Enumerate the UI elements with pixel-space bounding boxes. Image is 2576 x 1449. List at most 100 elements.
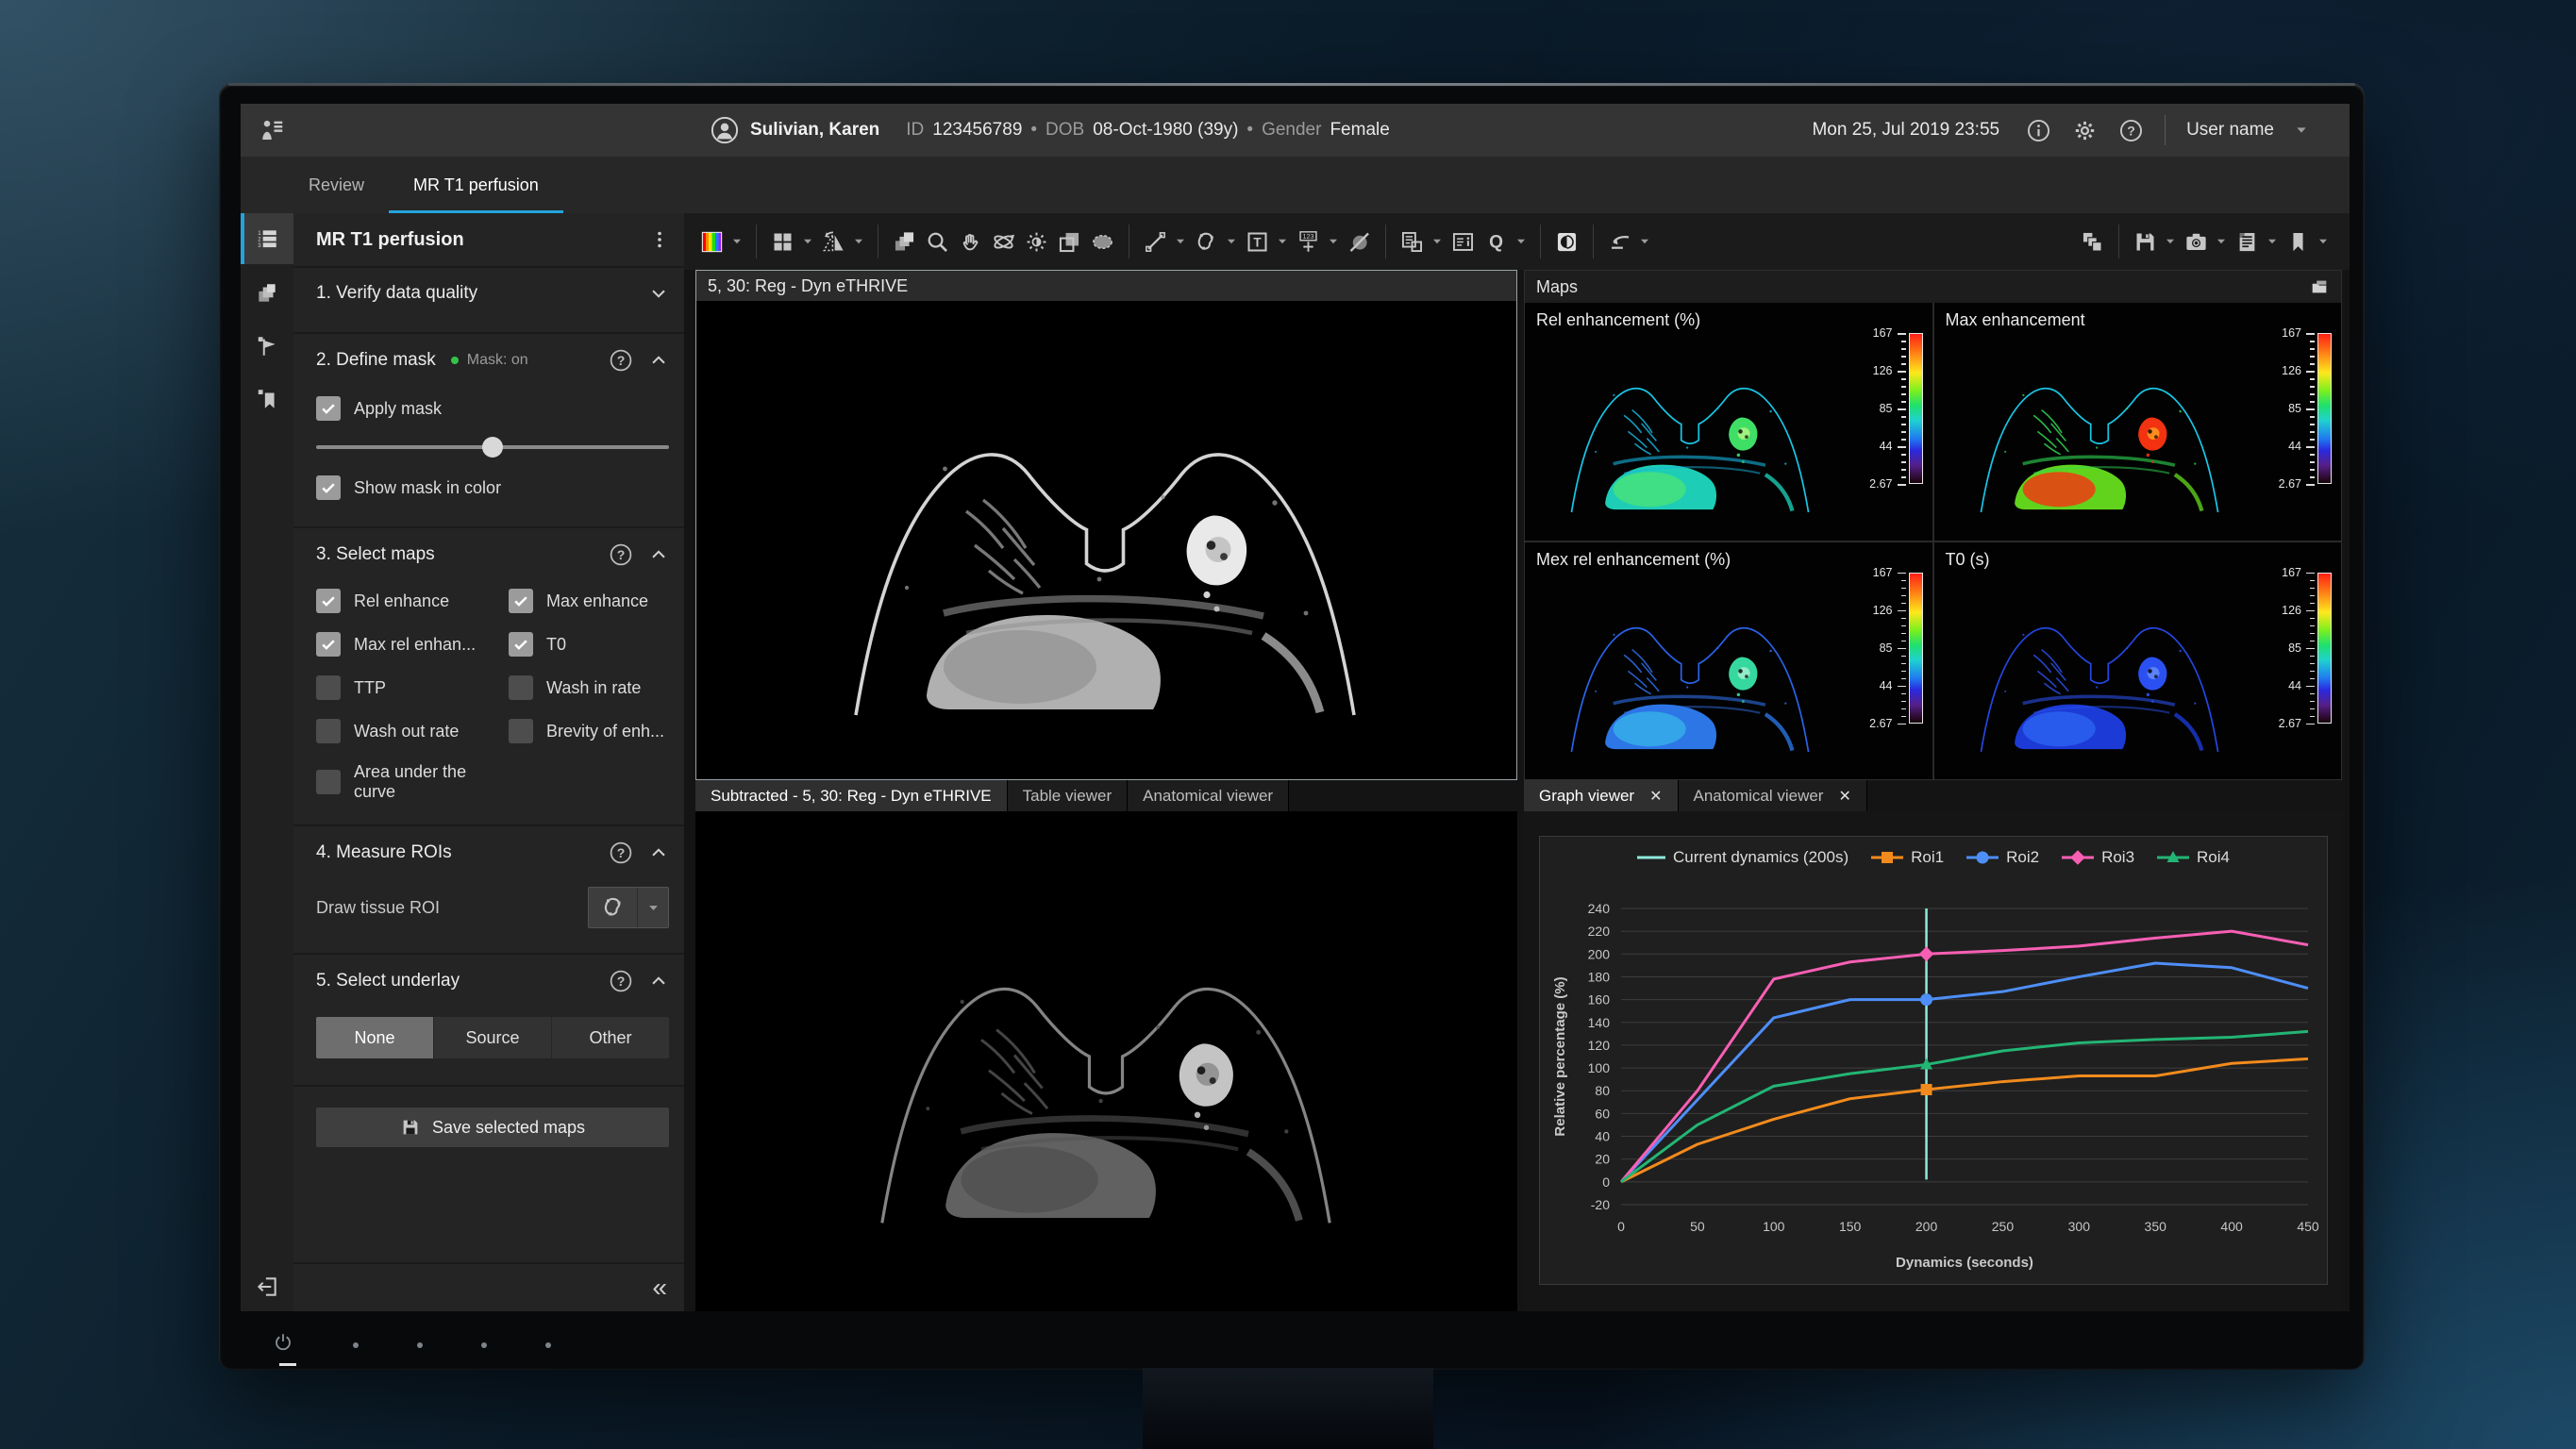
close-icon[interactable]: ✕	[1649, 787, 1662, 806]
checkbox-area-under-the-curve[interactable]	[316, 770, 341, 794]
underlay-option-source[interactable]: Source	[434, 1017, 552, 1058]
viewer-tab-anatomical-viewer[interactable]: Anatomical viewer	[1128, 780, 1289, 811]
help-circle-icon[interactable]: ?	[609, 542, 633, 567]
slider-knob[interactable]	[482, 437, 503, 458]
text-annotation-icon[interactable]: T	[1241, 221, 1274, 262]
checkbox-wash-out-rate[interactable]	[316, 719, 341, 743]
checkbox-brevity-of-enh-[interactable]	[509, 719, 533, 743]
mri-image[interactable]	[696, 301, 1516, 779]
user-menu[interactable]: User name	[2186, 120, 2274, 141]
cascade-series-icon[interactable]	[2076, 221, 2109, 262]
dropdown-caret-icon[interactable]	[802, 236, 813, 247]
dropdown-caret-icon[interactable]	[1515, 236, 1527, 247]
hide-annotations-icon[interactable]	[1343, 221, 1376, 262]
viewer-tab-graph-viewer[interactable]: Graph viewer✕	[1524, 780, 1679, 811]
chevron-down-icon[interactable]	[648, 283, 669, 304]
dropdown-caret-icon[interactable]	[1431, 236, 1443, 247]
viewer-tab-subtracted-5-30-reg-dyn-ethrive[interactable]: Subtracted - 5, 30: Reg - Dyn eTHRIVE	[695, 780, 1008, 811]
monitor-button[interactable]	[481, 1342, 487, 1348]
kebab-menu-icon[interactable]	[648, 228, 671, 251]
patient-list-icon[interactable]	[258, 116, 286, 144]
map-viewport-mex[interactable]: Mex rel enhancement (%) 16712685442.67	[1525, 542, 1932, 780]
underlay-option-none[interactable]: None	[316, 1017, 434, 1058]
underlay-option-other[interactable]: Other	[552, 1017, 669, 1058]
pan-hand-icon[interactable]	[954, 221, 987, 262]
send-to-icon[interactable]	[1603, 221, 1636, 262]
dropdown-caret-icon[interactable]	[853, 236, 864, 247]
dropdown-caret-icon[interactable]	[1639, 236, 1650, 247]
duplicate-icon[interactable]	[1053, 221, 1086, 262]
dropdown-caret-icon[interactable]	[2216, 236, 2227, 247]
dropdown-caret-icon[interactable]	[2267, 236, 2278, 247]
rail-series-stack-icon[interactable]	[241, 270, 293, 317]
monitor-button[interactable]	[417, 1342, 423, 1348]
collapse-panel-button[interactable]: «	[652, 1274, 667, 1301]
checkbox-rel-enhance[interactable]	[316, 589, 341, 613]
show-mask-checkbox[interactable]	[316, 475, 341, 500]
bookmark-icon[interactable]	[2282, 221, 2315, 262]
map-viewport-max[interactable]: Max enhancement 16712685442.67	[1934, 303, 2342, 541]
subtracted-viewport[interactable]	[695, 811, 1517, 1311]
info-panel-icon[interactable]	[1447, 221, 1480, 262]
dropdown-caret-icon[interactable]	[1175, 236, 1186, 247]
monitor-button[interactable]	[545, 1342, 551, 1348]
dropdown-caret-icon[interactable]	[2165, 236, 2176, 247]
dropdown-caret-icon[interactable]	[1226, 236, 1237, 247]
rotate-3d-icon[interactable]	[987, 221, 1020, 262]
checkbox-t0[interactable]	[509, 632, 533, 657]
main-viewport[interactable]: 5, 30: Reg - Dyn eTHRIVE	[695, 270, 1517, 780]
invert-contrast-icon[interactable]	[1550, 221, 1583, 262]
rail-workflow-list-icon[interactable]: 123	[241, 213, 293, 264]
layout-grid-icon[interactable]	[766, 221, 799, 262]
help-icon[interactable]: ?	[2118, 118, 2144, 143]
report-icon[interactable]	[2231, 221, 2264, 262]
save-selected-maps-button[interactable]: Save selected maps	[316, 1108, 669, 1147]
chevron-down-icon[interactable]	[2295, 124, 2308, 137]
draw-roi-button[interactable]	[589, 888, 638, 927]
tab-mr-t1-perfusion[interactable]: MR T1 perfusion	[389, 157, 563, 213]
freehand-roi-icon[interactable]	[1190, 221, 1223, 262]
draw-roi-dropdown[interactable]	[638, 888, 668, 927]
window-level-icon[interactable]	[1020, 221, 1053, 262]
help-circle-icon[interactable]: ?	[609, 841, 633, 865]
checkbox-wash-in-rate[interactable]	[509, 675, 533, 700]
checkbox-ttp[interactable]	[316, 675, 341, 700]
tab-review[interactable]: Review	[284, 157, 389, 213]
export-layout-icon[interactable]	[1396, 221, 1429, 262]
rail-flag-tool-icon[interactable]	[241, 323, 293, 370]
snapshot-icon[interactable]	[2180, 221, 2213, 262]
dynamics-chart[interactable]: Current dynamics (200s)Roi1Roi2Roi3Roi4-…	[1539, 836, 2328, 1285]
rail-bookmark-stack-icon[interactable]	[241, 375, 293, 423]
quantify-q-icon[interactable]: Q	[1480, 221, 1513, 262]
dynamics-chart-svg[interactable]: -200204060801001201401601802002202400501…	[1540, 837, 2327, 1284]
colormap-icon[interactable]	[695, 221, 728, 262]
chevron-up-icon[interactable]	[648, 842, 669, 863]
flip-rotate-icon[interactable]	[817, 221, 850, 262]
map-viewport-rel[interactable]: Rel enhancement (%) 16712685442.67	[1525, 303, 1932, 541]
checkbox-max-enhance[interactable]	[509, 589, 533, 613]
chevron-up-icon[interactable]	[648, 971, 669, 991]
zoom-icon[interactable]	[921, 221, 954, 262]
apply-mask-checkbox[interactable]	[316, 396, 341, 421]
marker-123-icon[interactable]: 123	[1292, 221, 1325, 262]
rail-exit-panel-icon[interactable]	[241, 1262, 293, 1311]
viewer-tab-anatomical-viewer[interactable]: Anatomical viewer✕	[1679, 780, 1867, 811]
mask-threshold-slider[interactable]	[316, 436, 669, 458]
viewer-tab-table-viewer[interactable]: Table viewer	[1008, 780, 1129, 811]
measure-line-icon[interactable]	[1139, 221, 1172, 262]
monitor-button[interactable]	[353, 1342, 359, 1348]
stack-icon[interactable]	[888, 221, 921, 262]
map-viewport-t0[interactable]: T0 (s) 16712685442.67	[1934, 542, 2342, 780]
checkbox-max-rel-enhan-[interactable]	[316, 632, 341, 657]
close-icon[interactable]: ✕	[1838, 787, 1850, 806]
chevron-up-icon[interactable]	[648, 350, 669, 371]
help-circle-icon[interactable]: ?	[609, 969, 633, 993]
save-icon[interactable]	[2129, 221, 2162, 262]
dropdown-caret-icon[interactable]	[1277, 236, 1288, 247]
dropdown-caret-icon[interactable]	[1328, 236, 1339, 247]
ellipse-shutter-icon[interactable]	[1086, 221, 1119, 262]
dropdown-caret-icon[interactable]	[2317, 236, 2329, 247]
chevron-up-icon[interactable]	[648, 544, 669, 565]
gear-icon[interactable]	[2072, 118, 2098, 143]
help-circle-icon[interactable]: ?	[609, 348, 633, 373]
